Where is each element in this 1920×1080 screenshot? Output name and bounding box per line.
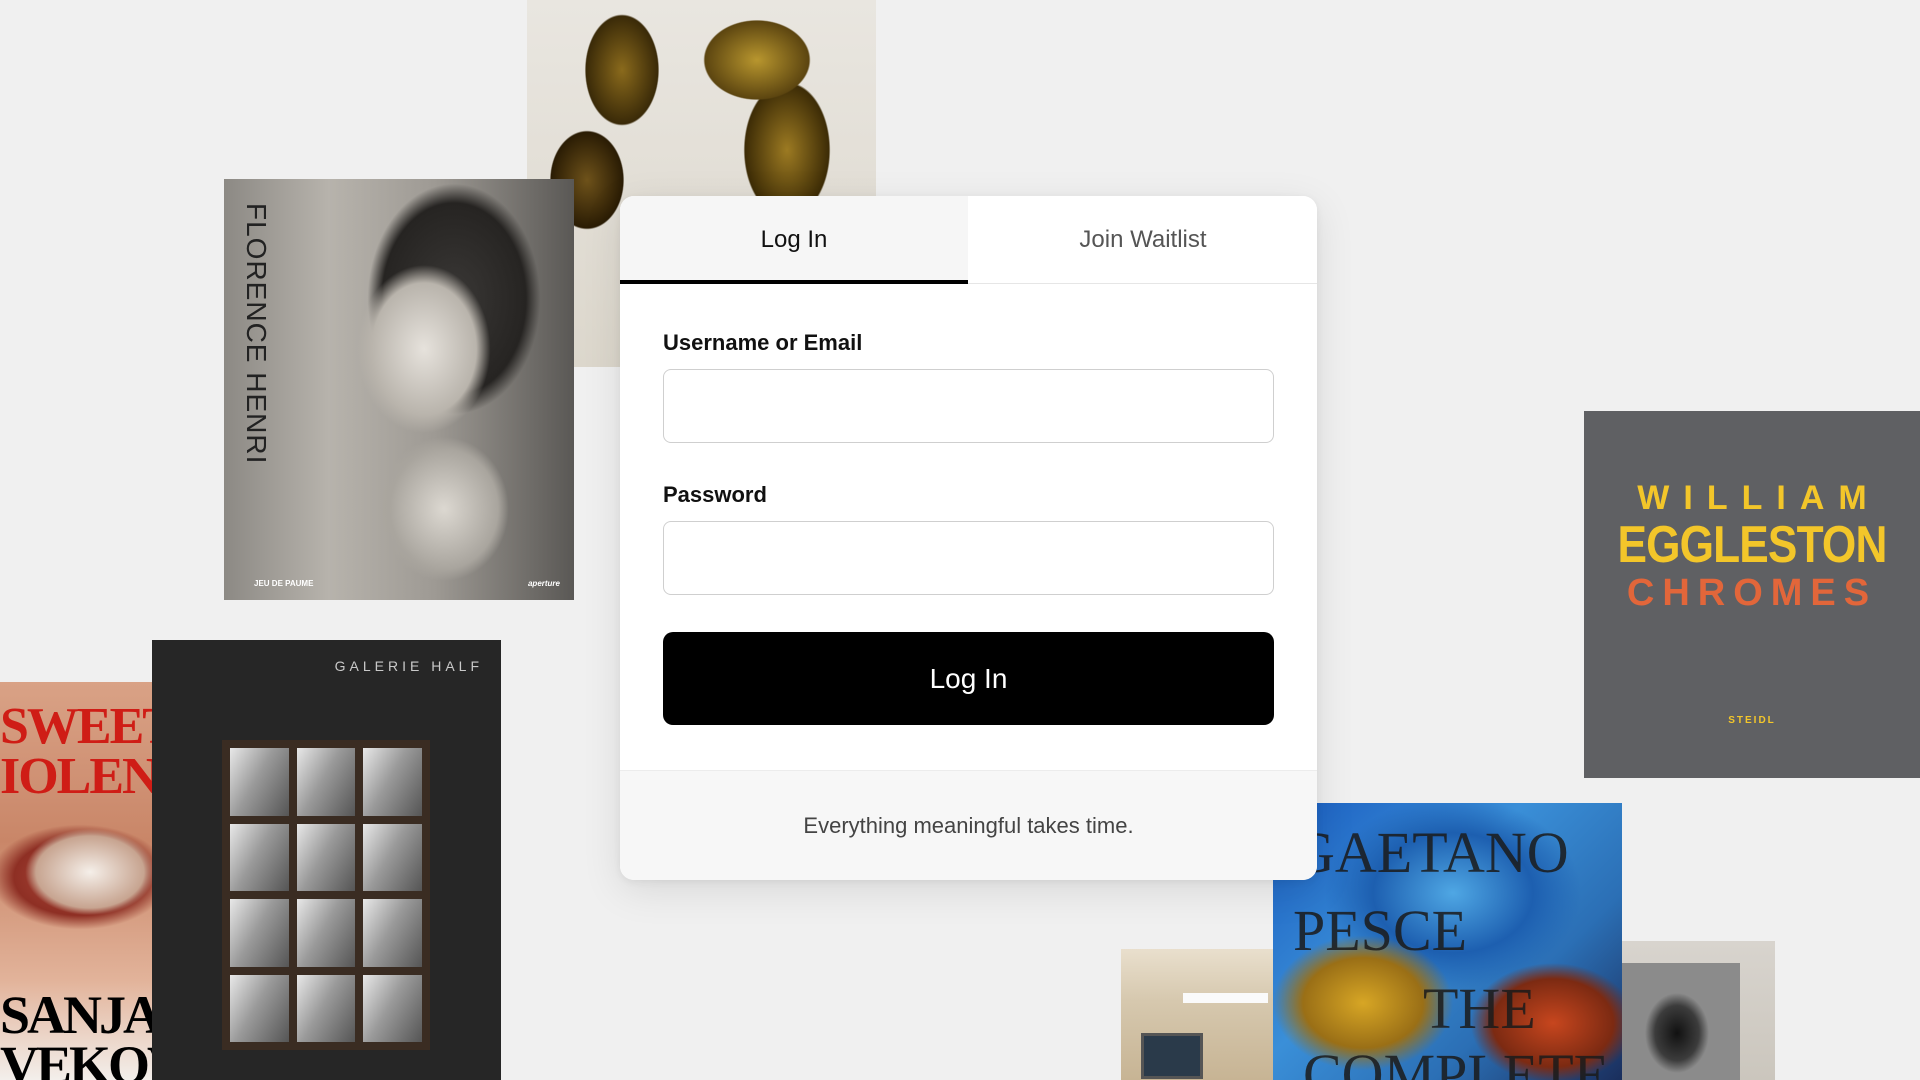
username-label: Username or Email xyxy=(663,330,863,355)
lamp-image xyxy=(1183,993,1268,1003)
login-card: Log In Join Waitlist Username or Email P… xyxy=(620,196,1317,880)
password-input[interactable] xyxy=(663,521,1274,595)
footer-tagline: Everything meaningful takes time. xyxy=(620,770,1317,880)
book-cover-gaetano-pesce: GAETANO PESCE THE COMPLETE xyxy=(1273,803,1622,1080)
book-title-line: COMPLETE xyxy=(1303,1042,1610,1080)
book-publisher: aperture xyxy=(527,579,560,588)
tab-log-in[interactable]: Log In xyxy=(620,196,968,284)
tv-image xyxy=(1141,1033,1203,1079)
book-title: FLORENCE HENRI xyxy=(241,203,272,465)
book-cover-florence-henri: FLORENCE HENRI JEU DE PAUME aperture xyxy=(224,179,574,600)
book-title-line: GAETANO xyxy=(1293,820,1569,885)
username-input[interactable] xyxy=(663,369,1274,443)
auth-tabs: Log In Join Waitlist xyxy=(620,196,1317,284)
window-grid-image xyxy=(222,740,430,1050)
book-cover-ceiling-photo xyxy=(1121,949,1276,1080)
log-in-button[interactable]: Log In xyxy=(663,632,1274,725)
tab-join-waitlist[interactable]: Join Waitlist xyxy=(969,196,1317,283)
password-label: Password xyxy=(663,482,767,507)
book-title-line: CHROMES xyxy=(1626,572,1878,614)
book-title-line: WILLIAM xyxy=(1637,479,1881,517)
book-title: GALERIE HALF xyxy=(334,658,483,674)
book-cover-william-eggleston: WILLIAM EGGLESTON CHROMES STEIDL xyxy=(1584,411,1920,778)
portrait-image xyxy=(1622,963,1740,1080)
book-cover-portrait xyxy=(1622,941,1775,1080)
book-title-line: PESCE xyxy=(1293,898,1468,963)
book-publisher: STEIDL xyxy=(1728,715,1776,726)
book-cover-galerie-half: GALERIE HALF xyxy=(152,640,501,1080)
book-publisher: JEU DE PAUME xyxy=(254,579,314,588)
book-title-line: EGGLESTON xyxy=(1617,516,1887,574)
